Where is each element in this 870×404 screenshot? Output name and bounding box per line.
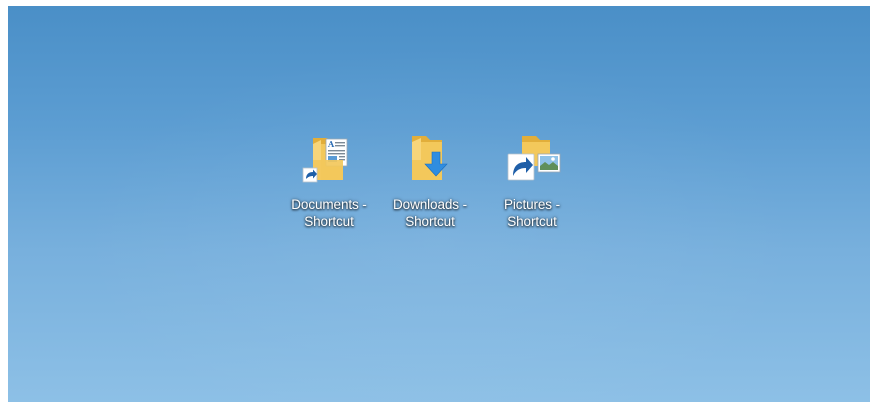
icon-label: Downloads - Shortcut — [393, 197, 467, 229]
pictures-shortcut[interactable]: Pictures - Shortcut — [482, 124, 582, 236]
screen-frame: A Documents - Shortcut Downloads - Short… — [0, 0, 870, 404]
icon-label: Documents - Shortcut — [291, 197, 367, 229]
shortcut-arrow-icon — [507, 153, 535, 181]
downloads-shortcut[interactable]: Downloads - Shortcut — [380, 124, 480, 236]
icon-label: Pictures - Shortcut — [503, 197, 560, 229]
shortcut-arrow-icon — [302, 167, 318, 183]
desktop[interactable]: A Documents - Shortcut Downloads - Short… — [8, 6, 870, 402]
documents-folder-icon: A — [297, 124, 361, 188]
downloads-folder-icon — [398, 124, 462, 188]
documents-shortcut[interactable]: A Documents - Shortcut — [279, 124, 379, 236]
pictures-folder-icon — [500, 124, 564, 188]
